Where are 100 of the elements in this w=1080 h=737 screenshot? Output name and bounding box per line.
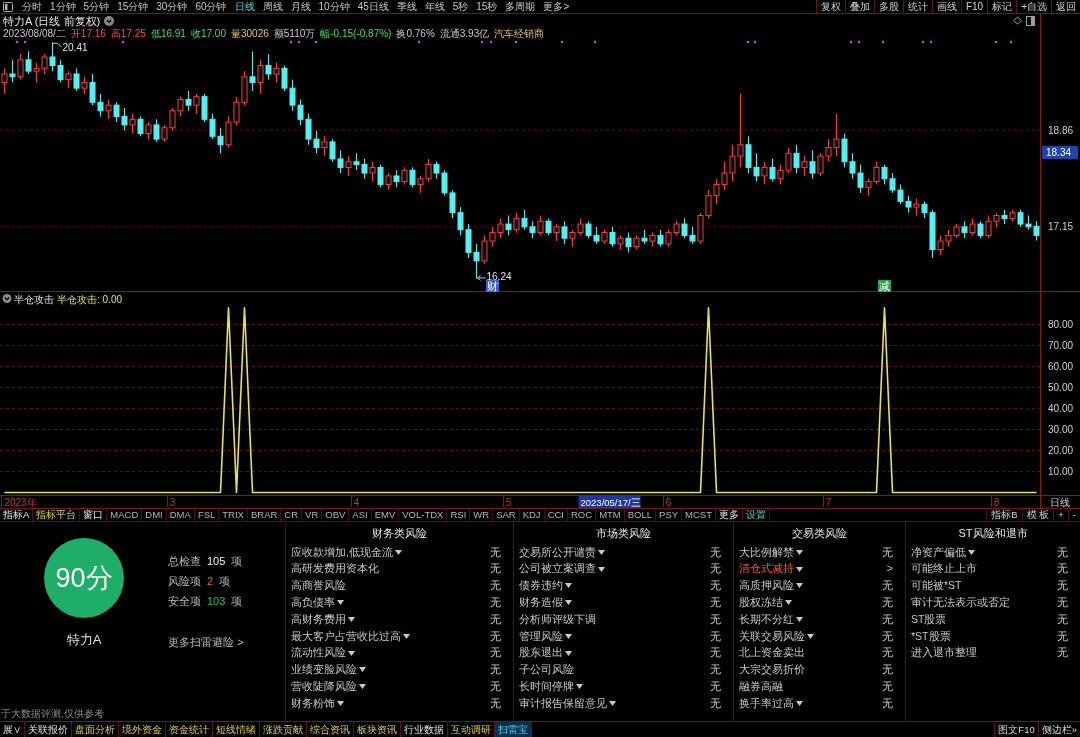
diamond-icon[interactable] (1013, 16, 1022, 25)
caret-icon[interactable] (807, 633, 814, 639)
panel-icon[interactable] (3, 1, 13, 12)
caret-icon[interactable] (337, 701, 344, 707)
indicator-tab[interactable]: MACD (107, 509, 143, 521)
indicator-tab[interactable]: WR (470, 509, 494, 521)
period-tab[interactable]: 45日线 (357, 0, 389, 13)
period-tab[interactable]: 分时 (22, 0, 42, 13)
dropdown-icon[interactable] (2, 294, 12, 303)
caret-icon[interactable] (796, 617, 803, 623)
caret-icon[interactable] (337, 600, 344, 606)
toolbar-button[interactable]: F10 (960, 0, 988, 13)
dropdown-icon[interactable] (104, 15, 115, 26)
indicator-tab[interactable]: DMI (142, 509, 167, 521)
caret-icon[interactable] (968, 549, 975, 555)
period-tab[interactable]: 30分钟 (156, 0, 188, 13)
caret-icon[interactable] (565, 633, 572, 639)
indicator-tab[interactable]: 指标A (0, 509, 34, 521)
caret-icon[interactable] (348, 617, 355, 623)
indicator-tab[interactable]: TRIX (219, 509, 248, 521)
bottom-tab[interactable]: 板块资讯 (354, 722, 401, 737)
bottom-tab[interactable]: 境外资金 (119, 722, 166, 737)
period-tab[interactable]: 5秒 (452, 0, 469, 13)
indicator-tab[interactable]: SAR (493, 509, 520, 521)
indicator-tab[interactable]: MTM (596, 509, 625, 521)
caret-icon[interactable] (394, 549, 402, 555)
caret-icon[interactable] (609, 701, 616, 707)
period-tab[interactable]: 日线 (234, 0, 255, 13)
caret-icon[interactable] (576, 684, 583, 690)
indicator-tab[interactable]: EMV (371, 509, 400, 521)
indicator-tab[interactable]: CCI (544, 509, 568, 521)
caret-icon[interactable] (359, 667, 366, 673)
period-tab[interactable]: 10分钟 (318, 0, 350, 13)
indicator-tab[interactable]: + (1053, 509, 1068, 521)
toolbar-button[interactable]: 标记 (987, 0, 1017, 13)
period-tab[interactable]: 周线 (262, 0, 283, 13)
indicator-tab[interactable]: 窗口 (80, 509, 108, 521)
indicator-tab[interactable]: 指标B (986, 509, 1022, 521)
bottom-tab[interactable]: 资金统计 (166, 722, 213, 737)
caret-icon[interactable] (598, 549, 605, 555)
bottom-tab[interactable]: 涨跌贡献 (260, 722, 307, 737)
caret-icon[interactable] (785, 600, 792, 606)
period-tab[interactable]: 多周期 (505, 0, 536, 13)
period-tab[interactable]: 月线 (290, 0, 311, 13)
caret-icon[interactable] (565, 600, 572, 606)
period-tab[interactable]: 15分钟 (117, 0, 149, 13)
indicator-tab[interactable]: 更多 (716, 509, 743, 521)
indicator-tab[interactable]: RSI (447, 509, 471, 521)
caret-icon[interactable] (796, 583, 803, 589)
indicator-tab[interactable]: BRAR (247, 509, 282, 521)
indicator-tab[interactable]: OBV (322, 509, 350, 521)
caret-icon[interactable] (565, 650, 572, 656)
caret-icon[interactable] (796, 701, 803, 707)
indicator-tab[interactable]: 模 板 (1021, 509, 1054, 521)
indicator-tab[interactable]: VR (302, 509, 323, 521)
caret-icon[interactable] (359, 684, 366, 690)
caret-icon[interactable] (403, 633, 410, 639)
toolbar-button[interactable]: 复权 (815, 0, 845, 13)
indicator-tab[interactable]: MCST (682, 509, 716, 521)
period-tab[interactable]: 更多> (543, 0, 570, 13)
bottom-tab[interactable]: 综合资讯 (307, 722, 354, 737)
caret-icon[interactable] (598, 566, 605, 572)
indicator-tab[interactable]: 指标平台 (33, 509, 81, 521)
toolbar-button[interactable]: +自选 (1016, 0, 1051, 13)
indicator-tab[interactable]: ASI (349, 509, 372, 521)
caret-icon[interactable] (348, 650, 355, 656)
caret-icon[interactable] (565, 583, 572, 589)
indicator-tab[interactable]: VOL-TDX (399, 509, 448, 521)
indicator-tab[interactable]: DMA (166, 509, 195, 521)
bottom-tab[interactable]: 侧边栏» (1037, 722, 1080, 737)
indicator-tab[interactable]: 设置 (743, 509, 770, 521)
caret-icon[interactable] (796, 549, 803, 555)
indicator-tab[interactable]: PSY (656, 509, 683, 521)
toolbar-button[interactable]: 画线 (931, 0, 961, 13)
bottom-tab[interactable]: 展∨ (0, 722, 25, 737)
toolbar-button[interactable]: 叠加 (844, 0, 874, 13)
indicator-tab[interactable]: CR (281, 509, 303, 521)
period-tab[interactable]: 5分钟 (83, 0, 110, 13)
panel-icon[interactable] (1026, 15, 1035, 26)
bottom-tab[interactable]: 图文F10 (994, 722, 1038, 737)
indicator-tab[interactable]: ROC (568, 509, 597, 521)
indicator-tab[interactable]: BOLL (624, 509, 657, 521)
period-tab[interactable]: 1分钟 (50, 0, 76, 13)
caret-icon[interactable] (796, 566, 803, 572)
indicator-tab[interactable]: FSL (194, 509, 220, 521)
period-tab[interactable]: 60分钟 (195, 0, 227, 13)
toolbar-button[interactable]: 返回 (1051, 0, 1080, 13)
period-tab[interactable]: 15秒 (476, 0, 498, 13)
event-tag[interactable]: 财 (486, 280, 499, 292)
bottom-tab[interactable]: 关联报价 (25, 722, 72, 737)
bottom-tab[interactable]: 短线情绪 (213, 722, 260, 737)
period-tab[interactable]: 年线 (424, 0, 445, 13)
indicator-tab[interactable]: KDJ (519, 509, 545, 521)
period-tab[interactable]: 季线 (396, 0, 417, 13)
bottom-tab[interactable]: 盘面分析 (72, 722, 119, 737)
more-scan-link[interactable]: 更多扫雷避险 > (168, 634, 244, 651)
toolbar-button[interactable]: 多股 (873, 0, 903, 13)
bottom-tab[interactable]: 行业数据 (401, 722, 448, 737)
toolbar-button[interactable]: 统计 (902, 0, 932, 13)
indicator-tab[interactable]: - (1067, 509, 1080, 521)
